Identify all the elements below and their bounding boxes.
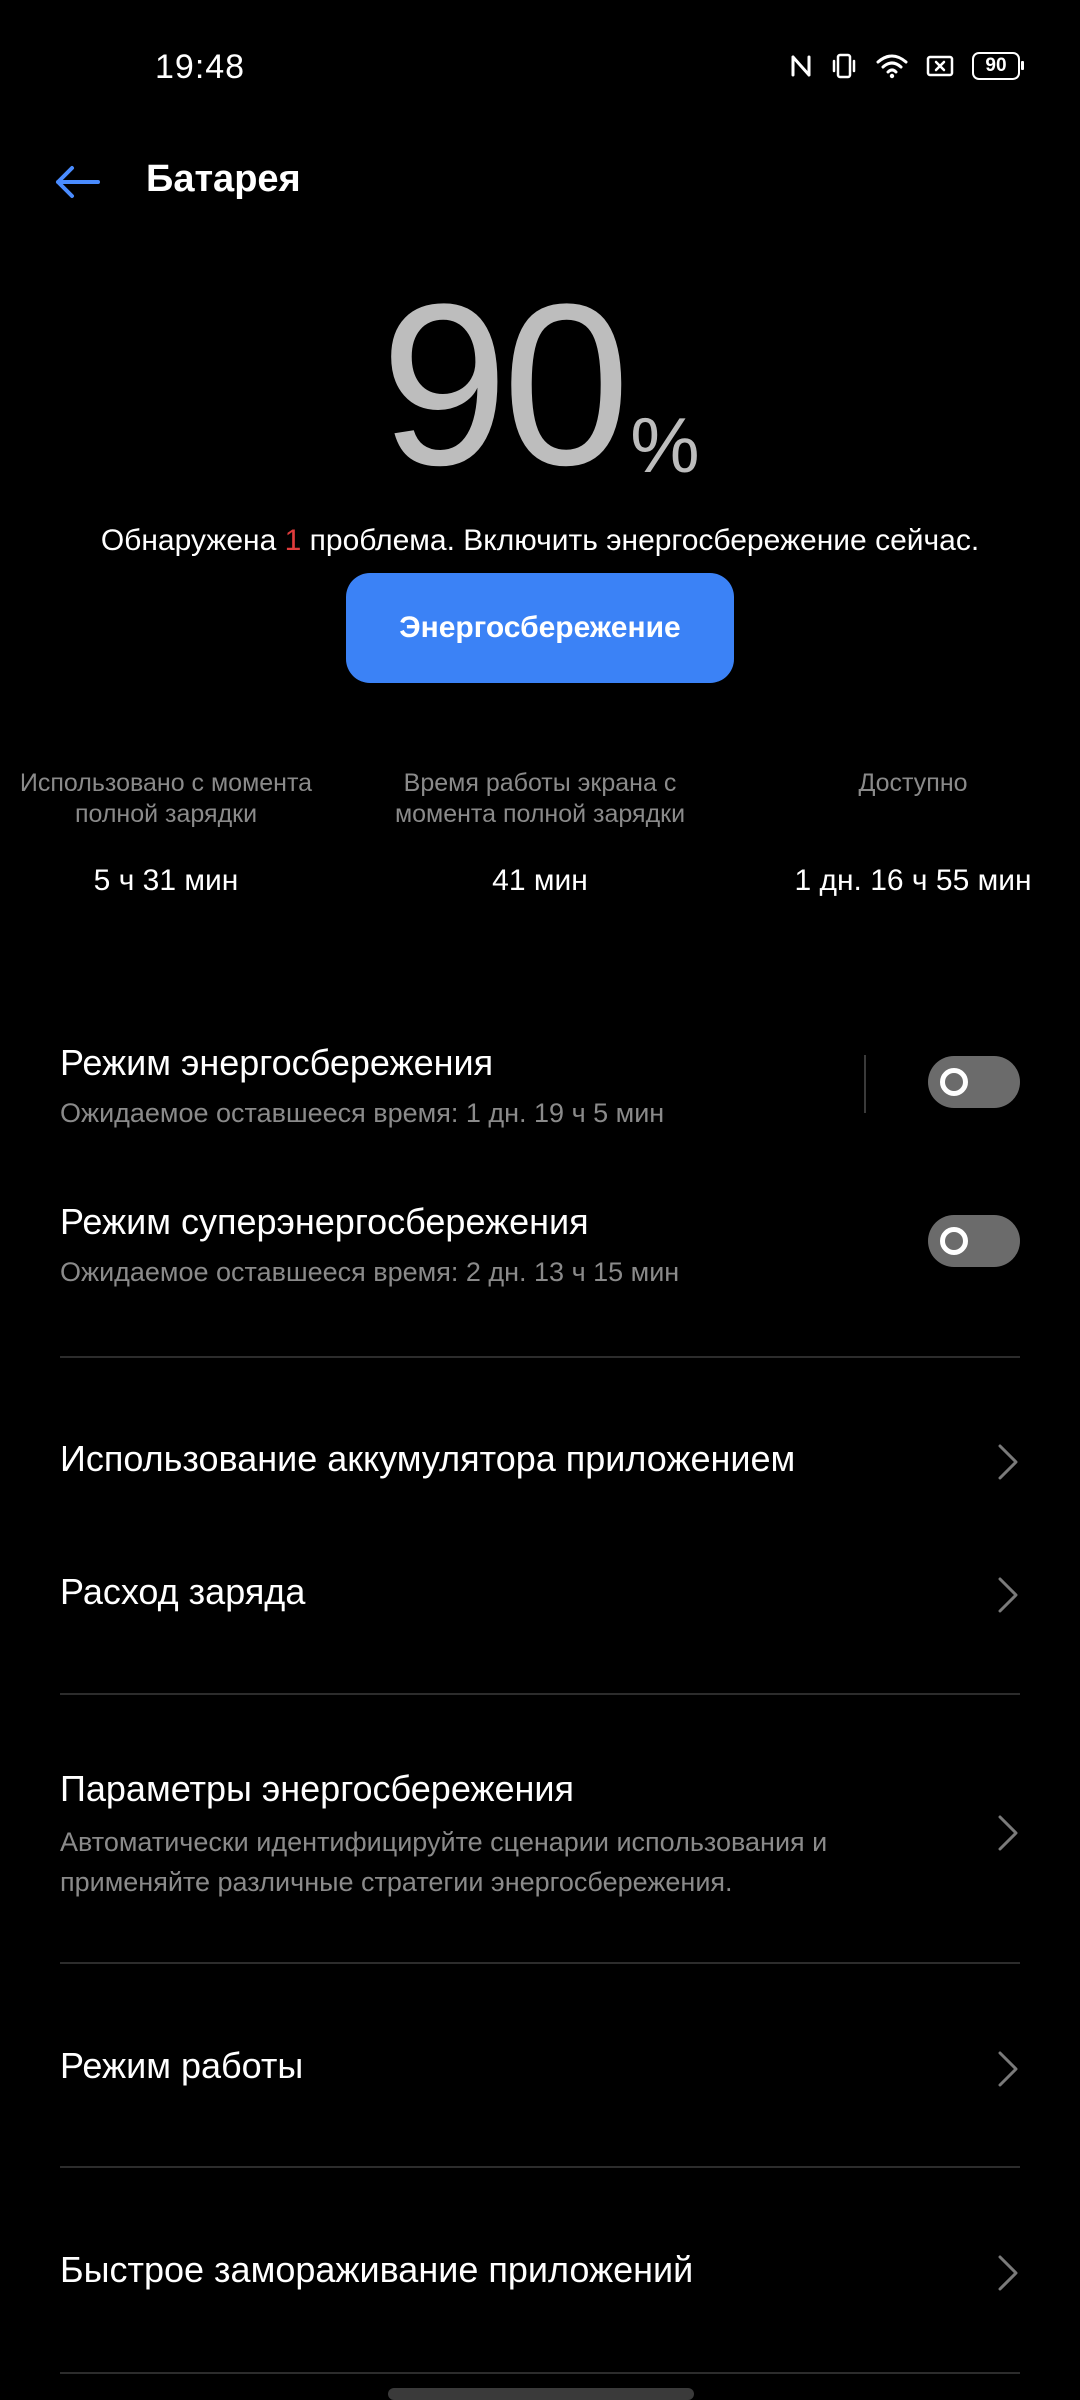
stat-used-since-charge: Использовано с момента полной зарядки 5 … [0, 768, 346, 898]
super-power-saving-mode-row[interactable]: Режим суперэнергосбережения Ожидаемое ос… [60, 1201, 1020, 1291]
issue-suffix: проблема. Включить энергосбережение сейч… [301, 524, 980, 557]
power-saving-settings-item[interactable]: Параметры энергосбережения Автоматически… [60, 1768, 1020, 1898]
status-icons: 90 [790, 52, 1024, 80]
arrow-left-icon [56, 166, 100, 198]
battery-level-display: 90 % [0, 256, 1080, 513]
stat-screen-time: Время работы экрана с момента полной зар… [360, 768, 720, 898]
vibrate-icon [830, 52, 858, 80]
chevron-right-icon [998, 1815, 1018, 1851]
stat-label: Доступно [858, 769, 968, 797]
section-divider [60, 2372, 1020, 2374]
operating-mode-title: Режим работы [60, 2045, 304, 2086]
quick-app-freeze-item[interactable]: Быстрое замораживание приложений [60, 2249, 1020, 2299]
stat-value: 1 дн. 16 ч 55 мин [794, 864, 1032, 897]
status-time: 19:48 [155, 48, 246, 86]
section-divider [60, 1356, 1020, 1358]
battery-level-unit: % [630, 401, 700, 489]
super-power-saving-mode-subtitle: Ожидаемое оставшееся время: 2 дн. 13 ч 1… [60, 1257, 680, 1287]
app-battery-usage-title: Использование аккумулятора приложением [60, 1438, 796, 1479]
home-indicator[interactable] [388, 2388, 694, 2400]
chevron-right-icon [998, 2051, 1018, 2087]
power-saving-mode-subtitle: Ожидаемое оставшееся время: 1 дн. 19 ч 5… [60, 1098, 665, 1128]
power-saving-mode-title: Режим энергосбережения [60, 1042, 494, 1083]
power-saving-mode-toggle[interactable] [928, 1056, 1020, 1108]
super-power-saving-mode-toggle[interactable] [928, 1215, 1020, 1267]
super-power-saving-mode-title: Режим суперэнергосбережения [60, 1201, 589, 1242]
toggle-knob [940, 1227, 968, 1255]
stat-available: Доступно 1 дн. 16 ч 55 мин [733, 768, 1080, 898]
page-title: Батарея [146, 158, 301, 200]
section-divider [60, 1962, 1020, 1964]
stat-label: Использовано с момента полной зарядки [19, 769, 313, 828]
stat-value: 5 ч 31 мин [93, 864, 239, 897]
toggle-knob [940, 1068, 968, 1096]
charge-consumption-item[interactable]: Расход заряда [60, 1571, 1020, 1621]
charge-consumption-title: Расход заряда [60, 1571, 306, 1612]
app-battery-usage-item[interactable]: Использование аккумулятора приложением [60, 1438, 1020, 1488]
issue-prefix: Обнаружена [100, 524, 285, 557]
power-saving-button[interactable]: Энергосбережение [346, 573, 734, 683]
back-button[interactable] [52, 160, 102, 204]
operating-mode-item[interactable]: Режим работы [60, 2045, 1020, 2095]
chevron-right-icon [998, 2255, 1018, 2291]
battery-level-value: 90 [380, 256, 630, 513]
quick-app-freeze-title: Быстрое замораживание приложений [60, 2249, 694, 2290]
vertical-divider [864, 1055, 866, 1113]
wifi-icon [876, 53, 908, 79]
stat-label: Время работы экрана с момента полной зар… [394, 769, 686, 828]
section-divider [60, 1693, 1020, 1695]
power-saving-settings-title: Параметры энергосбережения [60, 1768, 575, 1809]
issue-count: 1 [284, 524, 302, 557]
stat-value: 41 мин [492, 864, 588, 897]
nfc-icon [790, 53, 812, 79]
issue-message[interactable]: Обнаружена 1 проблема. Включить энергосб… [0, 524, 1080, 558]
chevron-right-icon [998, 1444, 1018, 1480]
power-saving-mode-row[interactable]: Режим энергосбережения Ожидаемое оставше… [60, 1042, 1020, 1132]
screenshot-icon [926, 54, 954, 78]
battery-indicator: 90 [972, 52, 1024, 80]
chevron-right-icon [998, 1577, 1018, 1613]
power-saving-settings-subtitle: Автоматически идентифицируйте сценарии и… [60, 1827, 828, 1897]
section-divider [60, 2166, 1020, 2168]
